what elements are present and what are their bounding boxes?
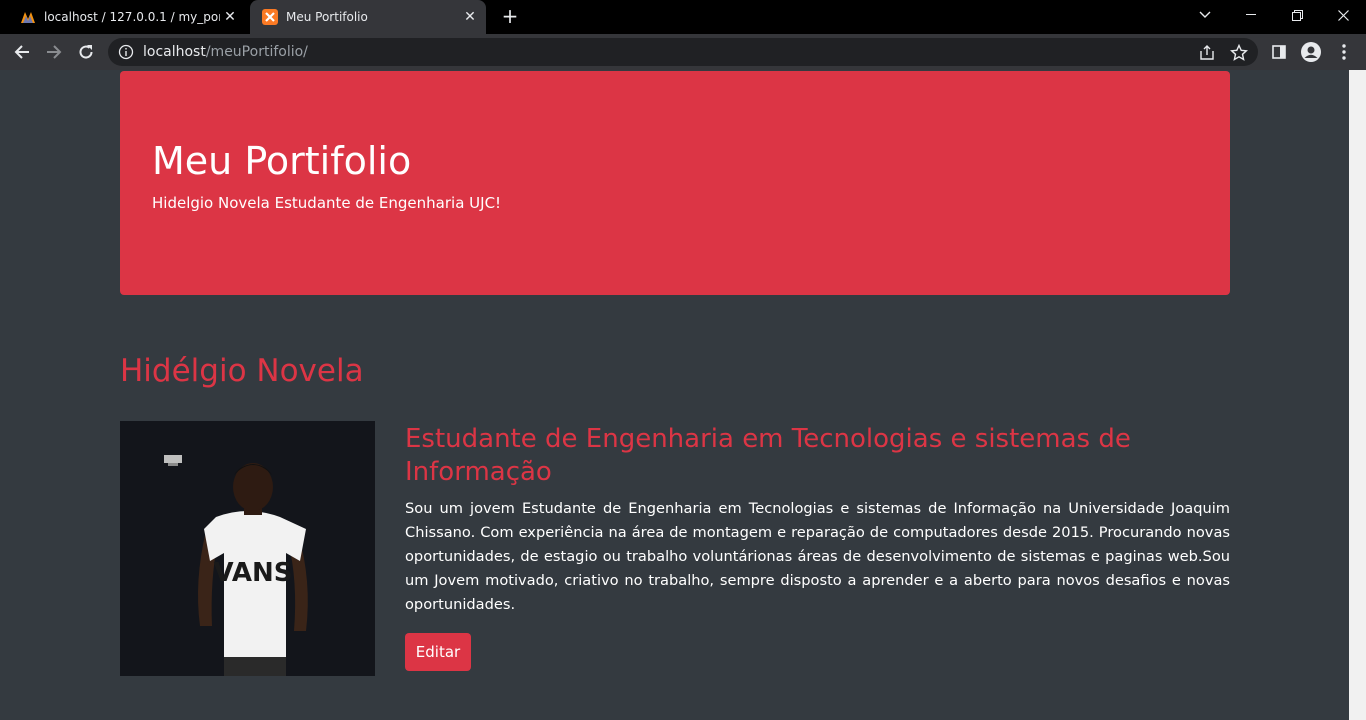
edit-button[interactable]: Editar [405,633,471,671]
address-bar[interactable]: localhost/meuPortifolio/ [108,38,1258,66]
tab-search-icon[interactable] [1182,0,1228,30]
restore-button[interactable] [1274,0,1320,30]
back-button[interactable] [10,40,34,64]
minimize-button[interactable] [1228,0,1274,30]
xampp-icon [262,9,278,25]
arrow-right-icon [47,45,62,59]
reload-button[interactable] [74,40,98,64]
profile-bio: Sou um jovem Estudante de Engenharia em … [405,500,1230,613]
forward-button[interactable] [42,40,66,64]
profile-photo: VANS [120,421,375,676]
browser-toolbar: localhost/meuPortifolio/ [0,34,1366,70]
close-tab-icon[interactable]: ✕ [220,9,240,25]
info-icon[interactable] [118,44,134,60]
hero-subtitle: Hidelgio Novela Estudante de Engenharia … [152,194,502,212]
url-text[interactable]: localhost/meuPortifolio/ [143,44,308,60]
page-content: Meu Portifolio Hidelgio Novela Estudante… [0,70,1349,720]
tab-title: Meu Portifolio [286,10,368,24]
hero-title: Meu Portifolio [152,139,412,183]
close-window-button[interactable] [1320,0,1366,30]
profile-name: Hidélgio Novela [120,353,364,389]
browser-tab-strip: localhost / 127.0.0.1 / my_portfolio ✕ M… [0,0,1366,34]
profile-avatar-icon[interactable] [1301,42,1321,62]
scrollbar[interactable] [1349,70,1366,720]
tab-title: localhost / 127.0.0.1 / my_portfolio [44,10,220,24]
close-tab-icon[interactable]: ✕ [460,9,480,25]
new-tab-button[interactable]: + [498,4,522,28]
hero-banner: Meu Portifolio Hidelgio Novela Estudante… [120,71,1230,295]
arrow-left-icon [14,45,29,59]
bookmark-star-icon[interactable] [1230,44,1248,62]
tab-meu-portifolio[interactable]: Meu Portifolio ✕ [250,0,486,34]
reload-icon [79,45,93,59]
side-panel-icon[interactable] [1269,42,1289,62]
wall-logo-icon [164,455,182,466]
profile-headline: Estudante de Engenharia em Tecnologias e… [405,424,1131,487]
menu-kebab-icon[interactable] [1334,42,1354,62]
share-icon[interactable] [1198,44,1216,62]
svg-text:VANS: VANS [214,558,293,588]
phpmyadmin-icon [21,12,35,23]
tab-phpmyadmin[interactable]: localhost / 127.0.0.1 / my_portfolio ✕ [8,0,246,34]
